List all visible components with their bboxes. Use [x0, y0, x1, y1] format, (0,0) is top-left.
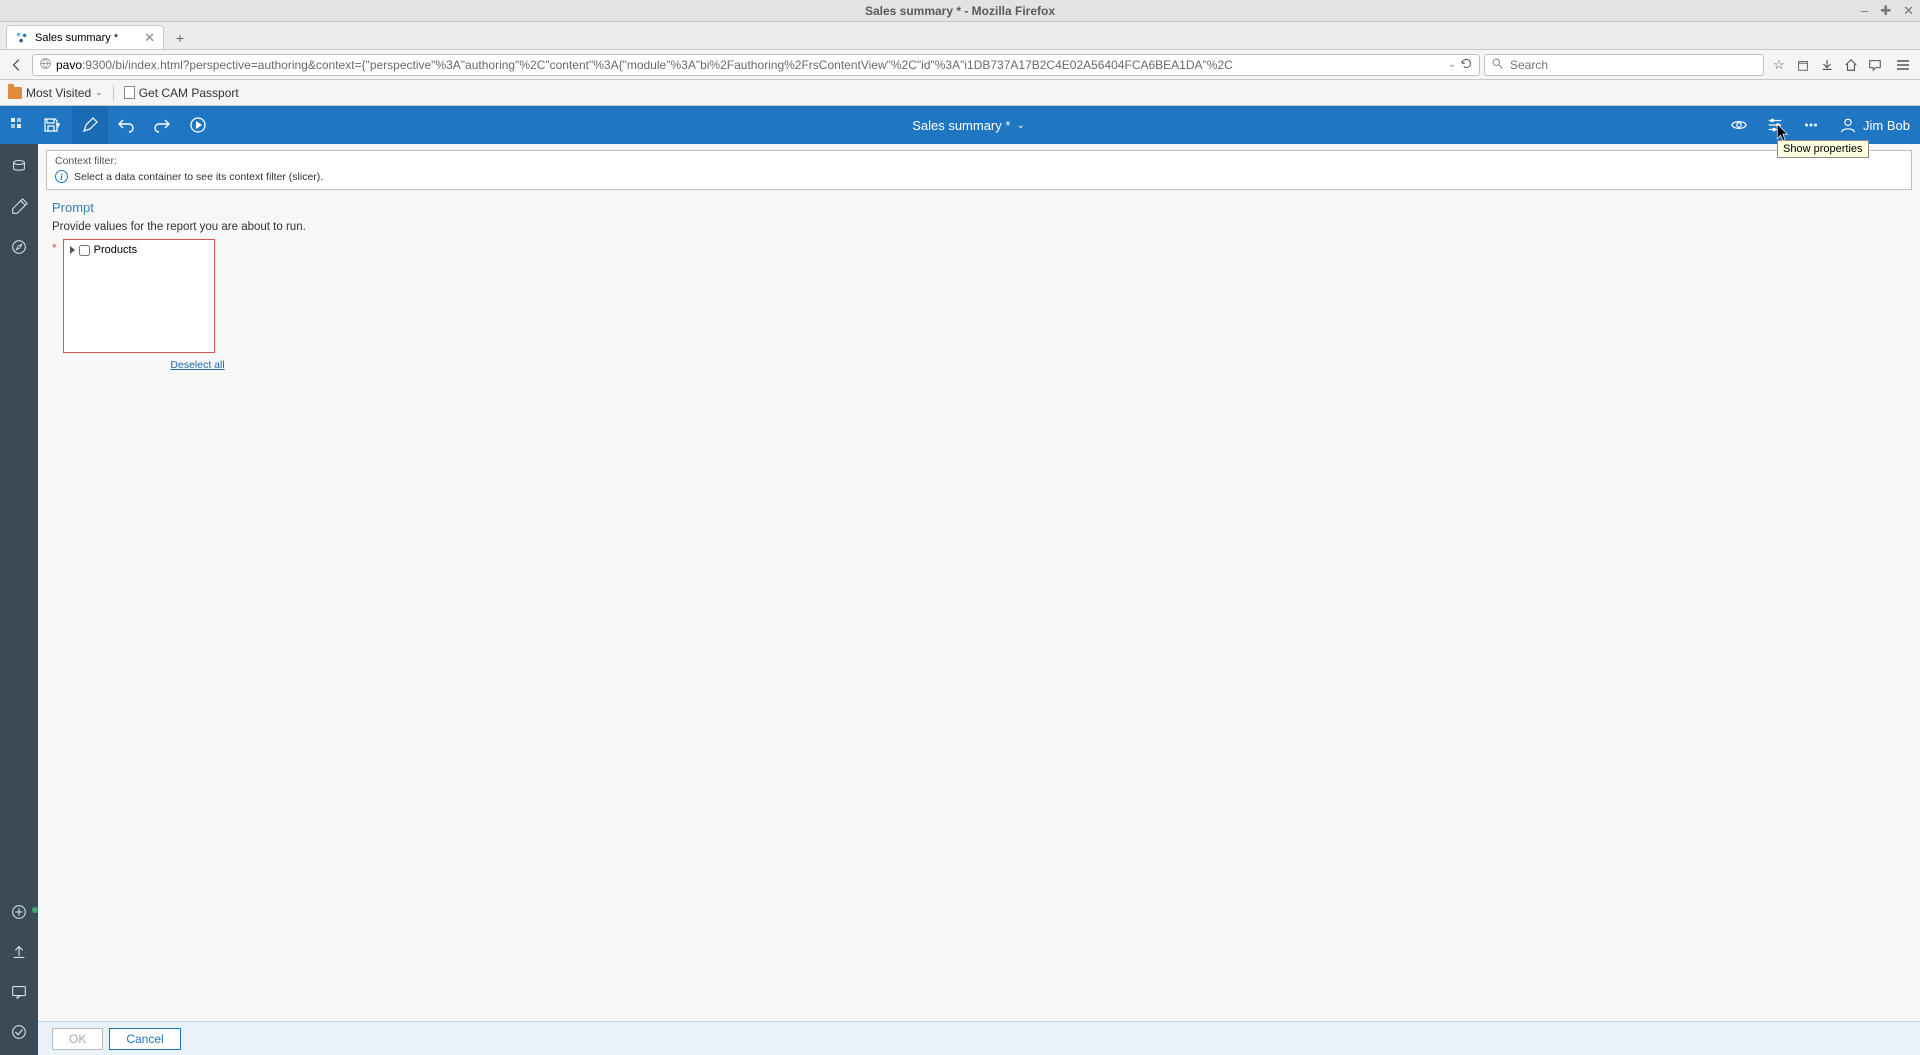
window-maximize-button[interactable]: ✚ — [1880, 3, 1891, 19]
user-name: Jim Bob — [1863, 118, 1910, 133]
document-title: Sales summary * — [912, 118, 1010, 133]
tree-checkbox[interactable] — [79, 245, 90, 256]
tab-close-button[interactable]: ✕ — [144, 30, 155, 46]
prompt-tree[interactable]: Products — [63, 239, 215, 353]
undo-button[interactable] — [108, 106, 144, 144]
url-text: pavo:9300/bi/index.html?perspective=auth… — [56, 58, 1444, 72]
data-sources-button[interactable] — [8, 156, 30, 178]
new-tab-button[interactable]: + — [168, 27, 192, 49]
library-button[interactable] — [1792, 54, 1814, 76]
doc-icon — [124, 86, 135, 99]
window-title: Sales summary * - Mozilla Firefox — [865, 4, 1055, 18]
browser-tabstrip: Sales summary * ✕ + — [0, 22, 1920, 50]
refresh-button[interactable] — [1460, 57, 1473, 73]
chevron-down-icon: ⌄ — [95, 87, 103, 98]
prompt-title: Prompt — [52, 200, 1906, 215]
hamburger-menu-button[interactable] — [1892, 54, 1914, 76]
user-menu[interactable]: Jim Bob — [1839, 116, 1910, 134]
browser-search-bar[interactable] — [1484, 54, 1764, 76]
app-header: ▾ Sales summary * ⌄ Show properties — [0, 106, 1920, 144]
prompt-subtitle: Provide values for the report you are ab… — [52, 221, 1906, 233]
properties-button[interactable]: Show properties — [1757, 106, 1793, 144]
expand-caret-icon[interactable] — [70, 246, 75, 254]
folder-icon — [8, 87, 22, 99]
redo-button[interactable] — [144, 106, 180, 144]
os-titlebar: Sales summary * - Mozilla Firefox – ✚ ✕ — [0, 0, 1920, 22]
bookmark-star-button[interactable]: ☆ — [1768, 54, 1790, 76]
browser-tab[interactable]: Sales summary * ✕ — [6, 25, 164, 49]
window-close-button[interactable]: ✕ — [1903, 3, 1914, 19]
tab-favicon-icon — [15, 31, 29, 45]
bookmarks-toolbar: Most Visited ⌄ Get CAM Passport — [0, 80, 1920, 106]
url-bar[interactable]: pavo:9300/bi/index.html?perspective=auth… — [32, 54, 1480, 76]
tab-title: Sales summary * — [35, 32, 118, 44]
app-body: Context filter: i Select a data containe… — [0, 144, 1920, 1055]
info-icon: i — [55, 170, 68, 183]
browser-toolbar: pavo:9300/bi/index.html?perspective=auth… — [0, 50, 1920, 80]
toolbox-button[interactable] — [8, 196, 30, 218]
search-icon — [1491, 57, 1504, 73]
bookmark-cam-passport[interactable]: Get CAM Passport — [124, 86, 239, 100]
add-button[interactable] — [8, 901, 30, 923]
browser-search-input[interactable] — [1510, 58, 1757, 72]
content-area: Context filter: i Select a data containe… — [38, 144, 1920, 1055]
chat-button[interactable] — [1864, 54, 1886, 76]
tooltip: Show properties — [1777, 140, 1869, 158]
tree-item[interactable]: Products — [70, 244, 208, 256]
chevron-down-icon: ⌄ — [1016, 120, 1024, 131]
prompt-area: Prompt Provide values for the report you… — [38, 190, 1920, 1021]
ok-button[interactable]: OK — [52, 1028, 103, 1050]
deselect-all-link[interactable]: Deselect all — [170, 359, 224, 371]
left-rail — [0, 144, 38, 1055]
required-indicator: * — [52, 241, 57, 255]
separator — [113, 85, 114, 101]
context-filter-label: Context filter: — [55, 155, 1903, 167]
bookmark-most-visited[interactable]: Most Visited ⌄ — [8, 86, 103, 100]
app-logo-button[interactable] — [0, 106, 36, 144]
upload-button[interactable] — [8, 941, 30, 963]
globe-icon — [39, 57, 52, 73]
more-button[interactable] — [1793, 106, 1829, 144]
context-filter-message: Select a data container to see its conte… — [74, 171, 323, 183]
home-button[interactable] — [1840, 54, 1862, 76]
tree-item-label: Products — [94, 244, 137, 256]
prompt-footer: OK Cancel — [38, 1021, 1920, 1055]
downloads-button[interactable] — [1816, 54, 1838, 76]
cancel-button[interactable]: Cancel — [109, 1028, 180, 1050]
status-dot-icon — [32, 907, 38, 913]
context-filter-panel: Context filter: i Select a data containe… — [46, 150, 1912, 190]
validate-button[interactable] — [8, 1021, 30, 1043]
document-title-dropdown[interactable]: Sales summary * ⌄ — [216, 118, 1721, 133]
window-minimize-button[interactable]: – — [1861, 3, 1868, 19]
bookmark-label: Most Visited — [26, 86, 91, 100]
preview-button[interactable] — [1721, 106, 1757, 144]
run-button[interactable] — [180, 106, 216, 144]
bookmark-label: Get CAM Passport — [139, 86, 239, 100]
comments-button[interactable] — [8, 981, 30, 1003]
back-button[interactable] — [6, 54, 28, 76]
explore-button[interactable] — [8, 236, 30, 258]
url-history-dropdown[interactable]: ⌄ — [1448, 59, 1456, 70]
chevron-down-icon: ▾ — [56, 120, 67, 131]
edit-button[interactable] — [72, 106, 108, 144]
save-button[interactable]: ▾ — [36, 106, 72, 144]
